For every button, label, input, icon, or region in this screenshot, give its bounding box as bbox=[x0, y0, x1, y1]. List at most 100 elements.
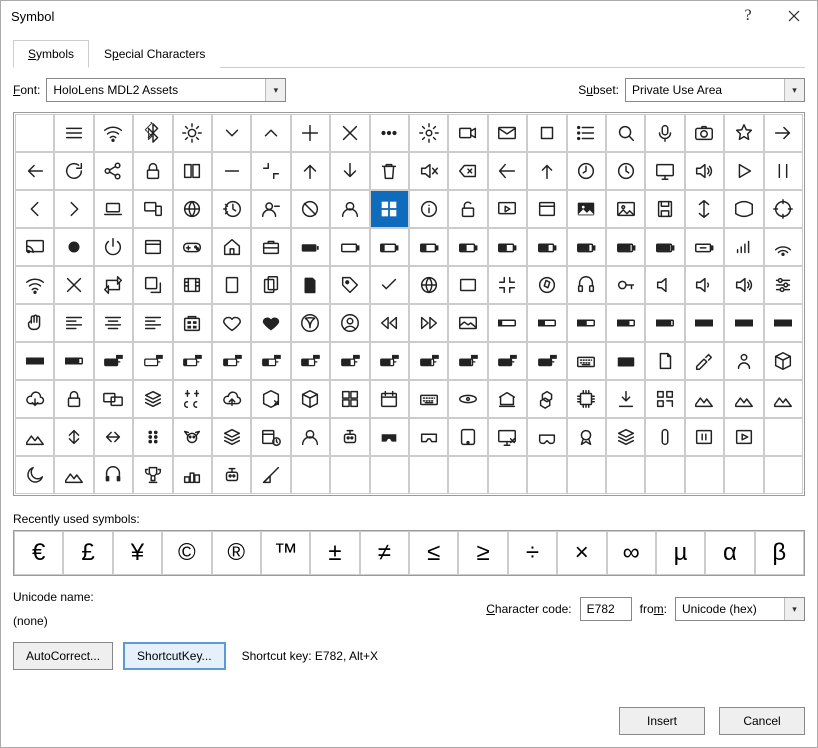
recent-symbol-cell[interactable]: £ bbox=[63, 531, 112, 575]
recent-symbol-cell[interactable]: ÷ bbox=[508, 531, 557, 575]
symbol-cell[interactable] bbox=[94, 456, 133, 494]
symbol-cell[interactable] bbox=[724, 304, 763, 342]
autocorrect-button[interactable]: AutoCorrect... bbox=[13, 642, 113, 670]
symbol-cell[interactable] bbox=[54, 114, 93, 152]
symbol-cell[interactable] bbox=[567, 228, 606, 266]
recent-symbol-cell[interactable]: µ bbox=[656, 531, 705, 575]
symbol-cell[interactable] bbox=[330, 380, 369, 418]
chevron-down-icon[interactable]: ▾ bbox=[784, 598, 804, 620]
chevron-down-icon[interactable]: ▾ bbox=[265, 79, 285, 101]
symbol-cell[interactable] bbox=[724, 114, 763, 152]
subset-combo[interactable]: ▾ bbox=[625, 78, 805, 102]
symbol-cell[interactable] bbox=[448, 418, 487, 456]
symbol-cell[interactable] bbox=[94, 228, 133, 266]
symbol-cell[interactable] bbox=[527, 380, 566, 418]
symbol-cell[interactable] bbox=[173, 266, 212, 304]
symbol-cell[interactable] bbox=[54, 304, 93, 342]
symbol-cell[interactable] bbox=[212, 380, 251, 418]
character-code-input[interactable] bbox=[580, 597, 632, 621]
symbol-cell[interactable] bbox=[685, 456, 724, 494]
symbol-cell[interactable] bbox=[409, 342, 448, 380]
symbol-cell[interactable] bbox=[606, 152, 645, 190]
symbol-cell[interactable] bbox=[15, 190, 54, 228]
symbol-cell[interactable] bbox=[764, 266, 803, 304]
symbol-cell[interactable] bbox=[212, 114, 251, 152]
symbol-cell[interactable] bbox=[94, 380, 133, 418]
symbol-cell[interactable] bbox=[15, 114, 54, 152]
symbol-cell[interactable] bbox=[330, 342, 369, 380]
symbol-cell[interactable] bbox=[15, 342, 54, 380]
symbol-cell[interactable] bbox=[370, 456, 409, 494]
symbol-cell[interactable] bbox=[133, 228, 172, 266]
symbol-cell[interactable] bbox=[133, 114, 172, 152]
symbol-cell[interactable] bbox=[685, 228, 724, 266]
symbol-cell[interactable] bbox=[370, 418, 409, 456]
symbol-cell[interactable] bbox=[567, 152, 606, 190]
symbol-cell[interactable] bbox=[567, 418, 606, 456]
symbol-cell[interactable] bbox=[488, 152, 527, 190]
symbol-cell[interactable] bbox=[409, 152, 448, 190]
symbol-cell[interactable] bbox=[409, 190, 448, 228]
symbol-cell[interactable] bbox=[291, 152, 330, 190]
symbol-cell[interactable] bbox=[567, 190, 606, 228]
symbol-cell[interactable] bbox=[133, 456, 172, 494]
symbol-cell[interactable] bbox=[724, 456, 763, 494]
symbol-cell[interactable] bbox=[724, 380, 763, 418]
symbol-cell[interactable] bbox=[54, 456, 93, 494]
symbol-cell[interactable] bbox=[251, 114, 290, 152]
symbol-cell[interactable] bbox=[606, 266, 645, 304]
symbol-cell[interactable] bbox=[764, 456, 803, 494]
symbol-cell[interactable] bbox=[724, 418, 763, 456]
symbol-cell[interactable] bbox=[291, 304, 330, 342]
symbol-cell[interactable] bbox=[94, 190, 133, 228]
symbol-cell[interactable] bbox=[606, 304, 645, 342]
symbol-cell[interactable] bbox=[291, 266, 330, 304]
symbol-cell[interactable] bbox=[173, 456, 212, 494]
recent-symbol-cell[interactable]: ≠ bbox=[360, 531, 409, 575]
symbol-cell[interactable] bbox=[764, 152, 803, 190]
symbol-cell[interactable] bbox=[606, 228, 645, 266]
recent-symbol-cell[interactable]: € bbox=[14, 531, 63, 575]
symbol-cell[interactable] bbox=[448, 380, 487, 418]
symbol-cell[interactable] bbox=[94, 152, 133, 190]
symbol-cell[interactable] bbox=[251, 342, 290, 380]
symbol-cell[interactable] bbox=[94, 342, 133, 380]
symbol-cell[interactable] bbox=[527, 228, 566, 266]
symbol-cell[interactable] bbox=[330, 266, 369, 304]
symbol-cell[interactable] bbox=[488, 228, 527, 266]
symbol-cell[interactable] bbox=[94, 114, 133, 152]
symbol-cell[interactable] bbox=[173, 418, 212, 456]
symbol-cell[interactable] bbox=[645, 342, 684, 380]
symbol-cell[interactable] bbox=[685, 266, 724, 304]
symbol-cell[interactable] bbox=[685, 114, 724, 152]
symbol-cell[interactable] bbox=[54, 152, 93, 190]
symbol-cell[interactable] bbox=[133, 342, 172, 380]
symbol-cell[interactable] bbox=[173, 190, 212, 228]
symbol-cell[interactable] bbox=[527, 152, 566, 190]
symbol-cell[interactable] bbox=[645, 304, 684, 342]
symbol-cell[interactable] bbox=[764, 342, 803, 380]
symbol-cell[interactable] bbox=[133, 304, 172, 342]
symbol-cell[interactable] bbox=[488, 190, 527, 228]
symbol-cell[interactable] bbox=[448, 266, 487, 304]
symbol-cell[interactable] bbox=[212, 342, 251, 380]
symbol-cell[interactable] bbox=[370, 304, 409, 342]
symbol-cell[interactable] bbox=[251, 380, 290, 418]
symbol-cell[interactable] bbox=[448, 456, 487, 494]
symbol-cell[interactable] bbox=[54, 418, 93, 456]
symbol-cell[interactable] bbox=[448, 304, 487, 342]
recent-symbol-cell[interactable]: × bbox=[557, 531, 606, 575]
symbol-cell[interactable] bbox=[448, 228, 487, 266]
symbol-cell[interactable] bbox=[330, 228, 369, 266]
recent-symbol-cell[interactable]: ∞ bbox=[607, 531, 656, 575]
symbol-cell[interactable] bbox=[764, 304, 803, 342]
symbol-cell[interactable] bbox=[330, 418, 369, 456]
symbol-cell[interactable] bbox=[488, 114, 527, 152]
symbol-cell[interactable] bbox=[724, 266, 763, 304]
symbol-cell[interactable] bbox=[488, 342, 527, 380]
symbol-cell[interactable] bbox=[54, 228, 93, 266]
symbol-cell[interactable] bbox=[567, 266, 606, 304]
symbol-cell[interactable] bbox=[606, 342, 645, 380]
symbol-cell[interactable] bbox=[251, 152, 290, 190]
symbol-cell[interactable] bbox=[330, 114, 369, 152]
